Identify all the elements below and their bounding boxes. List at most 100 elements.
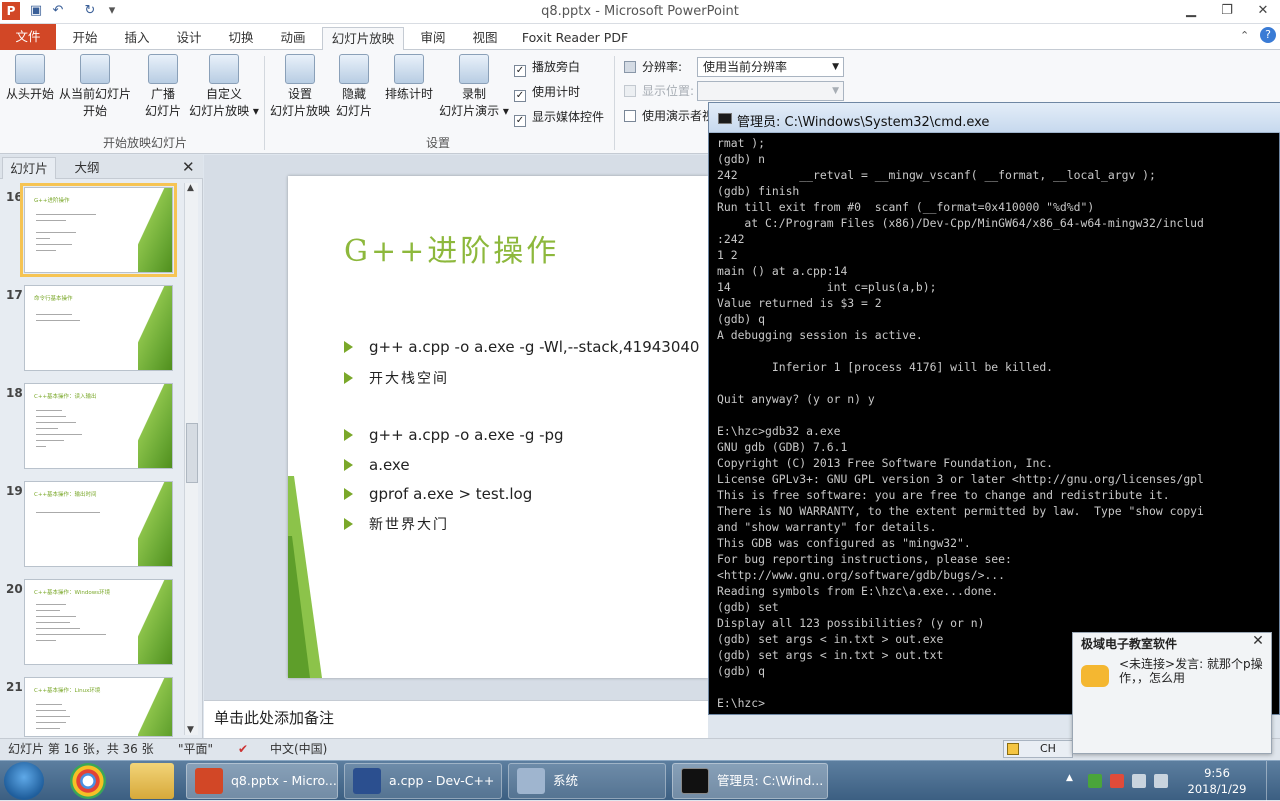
collapse-ribbon-icon[interactable]: ⌃ xyxy=(1240,29,1249,42)
scroll-up-icon[interactable]: ▲ xyxy=(187,183,194,193)
cmd-line: and "show warranty" for details. xyxy=(717,520,937,534)
show-desktop-button[interactable] xyxy=(1266,761,1280,801)
broadcast-icon xyxy=(148,54,178,84)
presenter-view-checkbox[interactable]: 使用演示者视 xyxy=(624,107,714,125)
cmd-title-bar[interactable]: 管理员: C:\Windows\System32\cmd.exe xyxy=(709,103,1280,133)
volume-icon[interactable] xyxy=(1132,774,1146,788)
tab-file[interactable]: 文件 xyxy=(0,24,56,50)
close-icon[interactable]: ✕ xyxy=(1251,634,1265,648)
cmd-window[interactable]: 管理员: C:\Windows\System32\cmd.exe rmat );… xyxy=(708,102,1280,715)
show-hidden-icons-icon[interactable]: ▲ xyxy=(1066,773,1080,787)
language-indicator[interactable]: 中文(中国) xyxy=(270,739,327,759)
play-narrations-checkbox[interactable]: ✓ 播放旁白 xyxy=(514,58,580,77)
notification-title: 极域电子教室软件 xyxy=(1081,637,1178,651)
notes-pane[interactable]: 单击此处添加备注 xyxy=(204,700,708,738)
file-explorer-icon[interactable] xyxy=(130,763,174,799)
thumbnail-title: C++基本操作：Windows环境 xyxy=(34,590,111,596)
taskbar-item-devcpp[interactable]: a.cpp - Dev-C++ xyxy=(344,763,502,799)
cmd-line: There is NO WARRANTY, to the extent perm… xyxy=(717,504,1204,518)
tab-transitions[interactable]: 切换 xyxy=(218,27,264,50)
play-current-icon xyxy=(80,54,110,84)
setup-show-button[interactable]: 设置 幻灯片放映 xyxy=(268,54,332,120)
cmd-output[interactable]: rmat ); (gdb) n 242 __retval = __mingw_vsc… xyxy=(717,135,1280,713)
slide-thumbnail[interactable]: G++进阶操作 xyxy=(20,183,177,277)
group-label-start-show: 开始放映幻灯片 xyxy=(102,136,187,150)
slide-bullet[interactable]: gprof a.exe > test.log xyxy=(344,485,532,503)
spellcheck-icon[interactable]: ✔ xyxy=(238,739,248,759)
broadcast-button[interactable]: 广播 幻灯片 xyxy=(140,54,186,120)
chrome-icon[interactable] xyxy=(70,763,106,799)
slide-bullet[interactable]: a.exe xyxy=(344,456,410,474)
monitor-status-icon[interactable] xyxy=(1154,774,1168,788)
taskbar-item-cmd[interactable]: 管理员: C:\Wind... xyxy=(672,763,828,799)
language-bar[interactable]: CH xyxy=(1003,740,1073,758)
title-bar: P ▣ ↶ ↻ ▾ q8.pptx - Microsoft PowerPoint… xyxy=(0,0,1280,24)
flag-icon[interactable] xyxy=(1110,774,1124,788)
start-button[interactable] xyxy=(4,762,44,800)
cmd-line: <http://www.gnu.org/software/gdb/bugs/>.… xyxy=(717,568,1006,582)
hide-slide-button[interactable]: 隐藏 幻灯片 xyxy=(334,54,374,120)
tab-design[interactable]: 设计 xyxy=(166,27,212,50)
clock[interactable]: 9:56 2018/1/29 xyxy=(1182,765,1252,797)
custom-show-button[interactable]: 自定义 幻灯片放映 ▾ xyxy=(188,54,260,120)
slide-bullet[interactable]: g++ a.cpp -o a.exe -g -Wl,--stack,419430… xyxy=(344,338,699,356)
tab-slides[interactable]: 幻灯片 xyxy=(2,157,56,179)
slide-thumbnail[interactable]: C++基本操作：Linux环境 xyxy=(24,677,173,737)
slide-number: 19 xyxy=(6,484,23,498)
network-icon[interactable] xyxy=(1088,774,1102,788)
tab-outline[interactable]: 大纲 xyxy=(60,157,114,179)
rehearse-timings-button[interactable]: 排练计时 xyxy=(382,54,436,103)
scroll-down-icon[interactable]: ▼ xyxy=(187,725,194,735)
cmd-line: A debugging session is active. xyxy=(717,328,923,342)
minimize-button[interactable]: ▁ xyxy=(1176,2,1206,20)
current-slide[interactable]: G++进阶操作 g++ a.cpp -o a.exe -g -Wl,--stac… xyxy=(288,176,708,678)
message-bubble-icon xyxy=(1081,665,1109,687)
slide-number: 17 xyxy=(6,288,23,302)
scrollbar-thumb[interactable] xyxy=(186,423,198,483)
taskbar-item-system[interactable]: 系统 xyxy=(508,763,666,799)
slide-thumbnail[interactable]: C++基本操作：读入输出 xyxy=(24,383,173,469)
from-start-button[interactable]: 从头开始 xyxy=(4,54,56,103)
thumbnail-title: C++基本操作：输出时间 xyxy=(34,492,97,498)
cmd-line: Run till exit from #0 scanf (__format=0x… xyxy=(717,200,1095,214)
thumbnail-decoration xyxy=(138,482,172,566)
close-button[interactable]: ✕ xyxy=(1248,2,1278,20)
cmd-line: (gdb) n xyxy=(717,152,766,166)
slide-thumbnail[interactable]: 命令行基本操作 xyxy=(24,285,173,371)
tab-view[interactable]: 视图 xyxy=(462,27,508,50)
maximize-button[interactable]: ❐ xyxy=(1212,2,1242,20)
tab-animations[interactable]: 动画 xyxy=(270,27,316,50)
clock-time: 9:56 xyxy=(1204,766,1230,780)
slide-bullet[interactable]: 新世界大门 xyxy=(344,514,449,534)
show-media-controls-checkbox[interactable]: ✓ 显示媒体控件 xyxy=(514,108,604,127)
thumbnail-title: C++基本操作：读入输出 xyxy=(34,394,97,400)
tab-insert[interactable]: 插入 xyxy=(114,27,160,50)
taskbar: q8.pptx - Micro... a.cpp - Dev-C++ 系统 管理… xyxy=(0,760,1280,801)
tab-slideshow[interactable]: 幻灯片放映 xyxy=(322,27,404,50)
from-current-button[interactable]: 从当前幻灯片 开始 xyxy=(58,54,132,120)
record-show-button[interactable]: 录制 幻灯片演示 ▾ xyxy=(438,54,510,120)
taskbar-item-powerpoint[interactable]: q8.pptx - Micro... xyxy=(186,763,338,799)
cmd-title: 管理员: C:\Windows\System32\cmd.exe xyxy=(737,115,990,130)
tab-foxit[interactable]: Foxit Reader PDF xyxy=(516,27,634,50)
resolution-dropdown[interactable]: 使用当前分辨率 ▼ xyxy=(697,57,844,77)
thumbnail-decoration xyxy=(138,286,172,370)
slide-title[interactable]: G++进阶操作 xyxy=(344,226,559,270)
close-pane-icon[interactable]: ✕ xyxy=(182,158,195,176)
slide-bullet[interactable]: 开大栈空间 xyxy=(344,368,449,388)
tab-review[interactable]: 审阅 xyxy=(410,27,456,50)
tab-home[interactable]: 开始 xyxy=(62,27,108,50)
slide-thumbnail[interactable]: C++基本操作：Windows环境 xyxy=(24,579,173,665)
use-timings-checkbox[interactable]: ✓ 使用计时 xyxy=(514,83,580,102)
cmd-line xyxy=(717,375,1280,391)
slide-bullet[interactable]: g++ a.cpp -o a.exe -g -pg xyxy=(344,426,564,444)
thumbnail-scrollbar[interactable]: ▲ ▼ xyxy=(184,183,198,735)
slide-thumbnail[interactable]: C++基本操作：输出时间 xyxy=(24,481,173,567)
bullet-arrow-icon xyxy=(344,341,353,353)
show-on-dropdown[interactable]: ▼ xyxy=(697,81,844,101)
classroom-notification[interactable]: 极域电子教室软件 ✕ <未连接>发言: 就那个p操作，，怎么用 xyxy=(1072,632,1272,754)
help-icon[interactable]: ? xyxy=(1260,27,1276,43)
slide-number: 16 xyxy=(6,190,23,204)
cmd-line: (gdb) q xyxy=(717,312,766,326)
cmd-line: (gdb) set xyxy=(717,600,779,614)
